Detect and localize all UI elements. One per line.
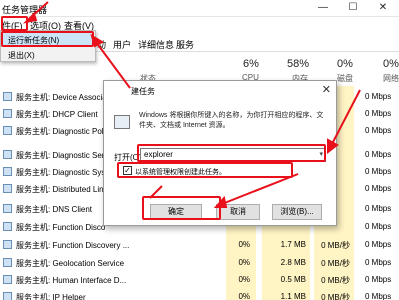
annotation-arrow — [221, 173, 299, 205]
annotation-arrow — [331, 89, 361, 145]
annotation-arrow — [149, 185, 163, 199]
annotation-arrows — [22, 1, 361, 208]
annotation-arrow-head — [327, 138, 339, 155]
annotation-arrow-head — [22, 12, 38, 24]
annotation-arrow — [95, 41, 131, 89]
annotation-arrow-head — [213, 195, 228, 208]
annotation-arrow-head — [90, 33, 104, 48]
